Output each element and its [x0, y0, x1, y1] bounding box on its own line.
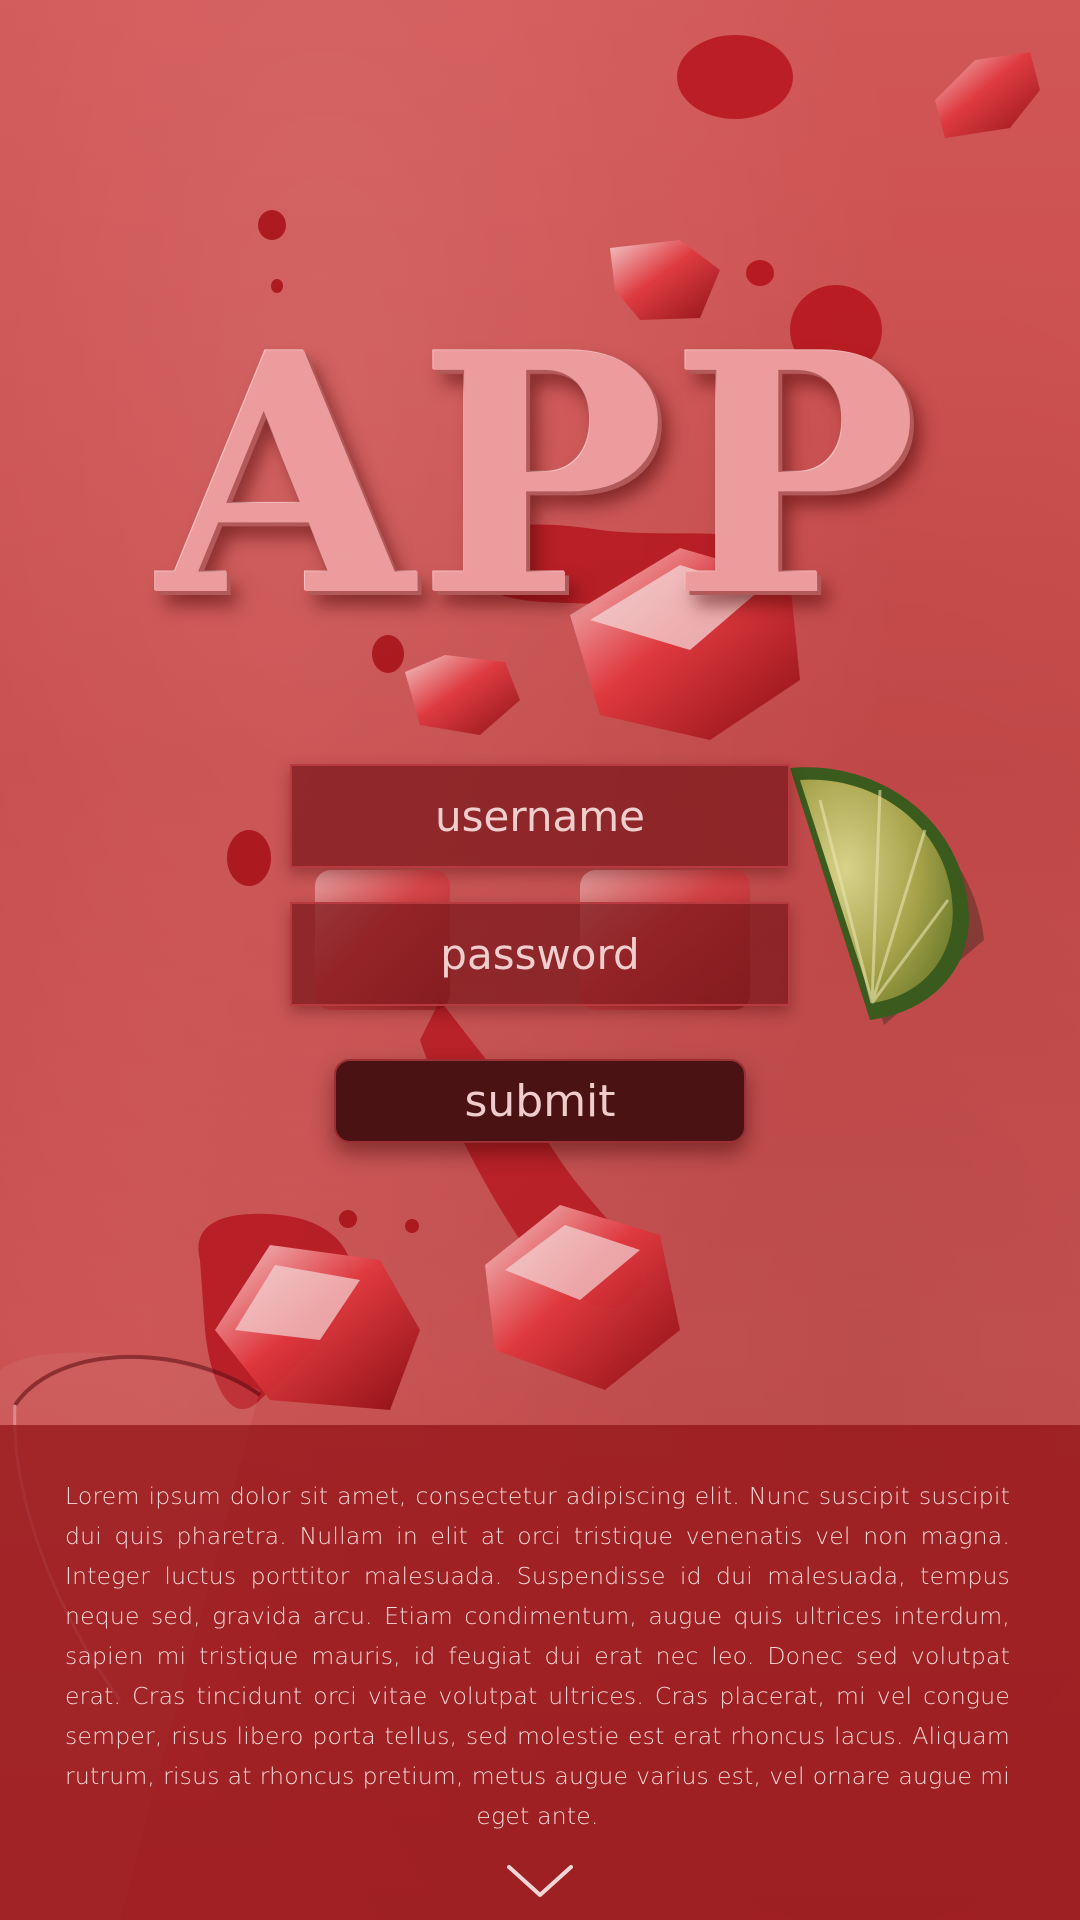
drop — [405, 1219, 419, 1233]
lime-slice — [790, 767, 984, 1025]
submit-button[interactable]: submit — [334, 1059, 746, 1143]
drop — [258, 210, 286, 240]
username-field[interactable] — [290, 764, 790, 868]
drop — [339, 1210, 357, 1228]
app-title: APP — [157, 281, 923, 669]
chevron-down-icon[interactable] — [505, 1863, 575, 1899]
drop — [677, 35, 793, 119]
ice-cube — [485, 1205, 680, 1390]
info-text: Lorem ipsum dolor sit amet, consectetur … — [65, 1482, 1010, 1830]
drop — [227, 830, 271, 886]
password-field[interactable] — [290, 902, 790, 1006]
